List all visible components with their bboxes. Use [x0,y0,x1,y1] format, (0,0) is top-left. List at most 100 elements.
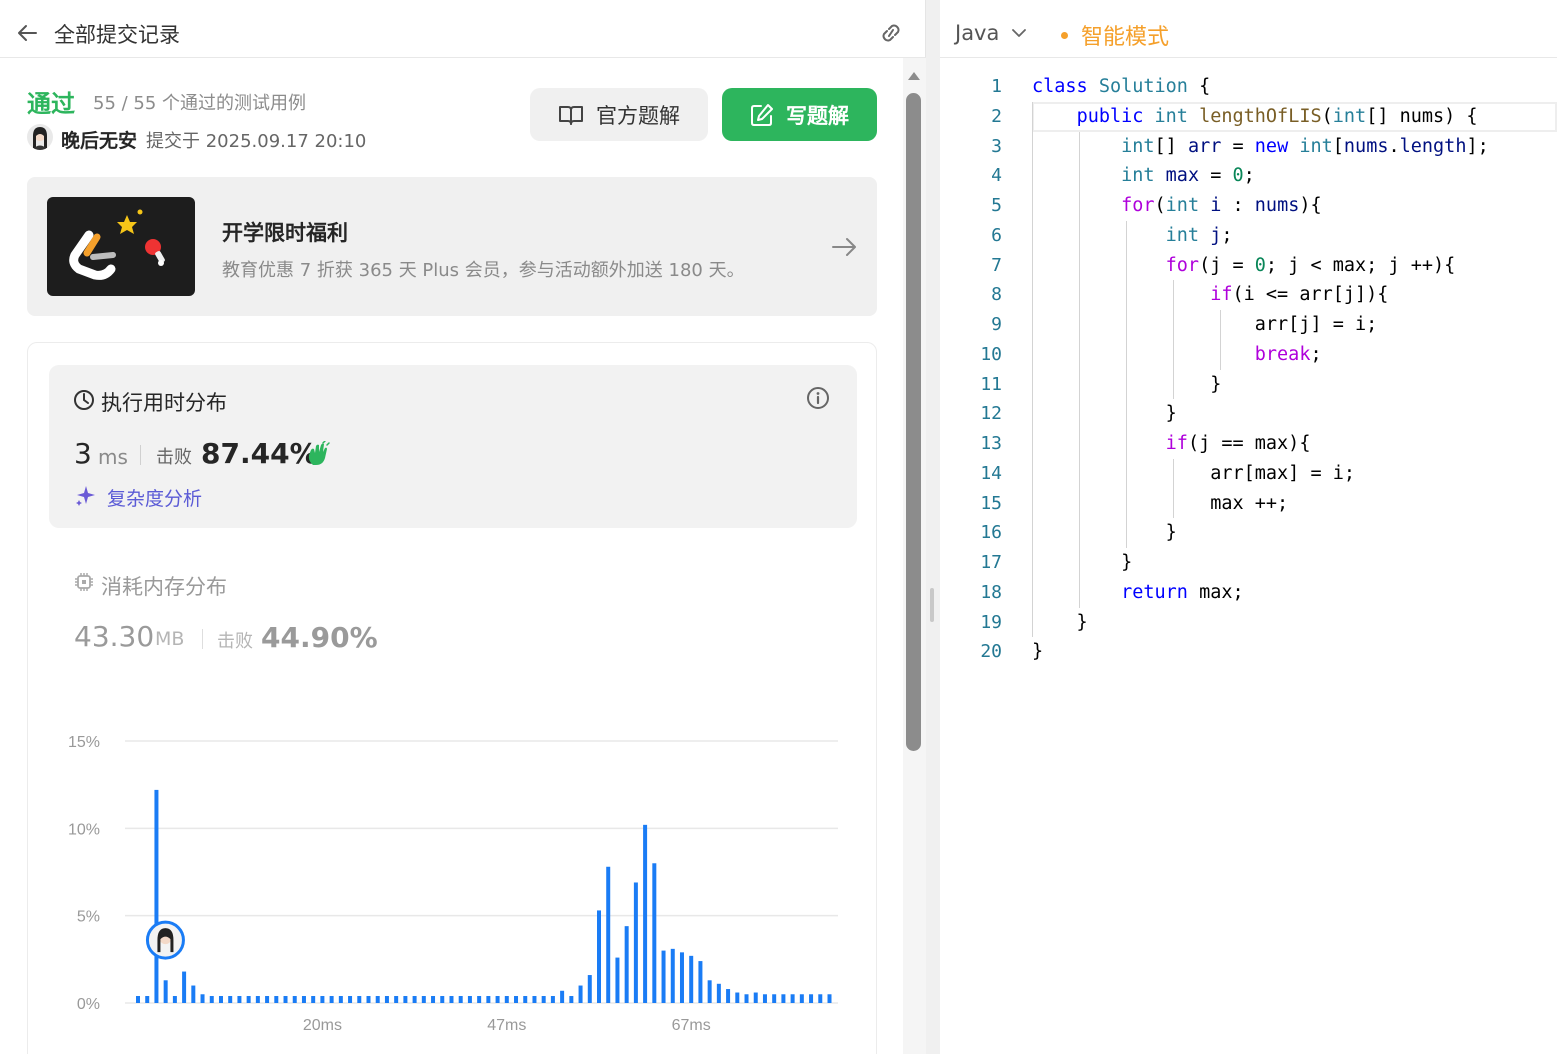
scroll-up-icon[interactable] [907,70,921,82]
promo-banner[interactable]: 开学限时福利 教育优惠 7 折获 365 天 Plus 会员，参与活动额外加送 … [27,177,877,316]
chart-bar[interactable] [504,996,509,1003]
chart-bar[interactable] [283,996,288,1003]
chart-bar[interactable] [172,996,177,1003]
chart-bar[interactable] [421,996,426,1003]
scrollbar-thumb[interactable] [906,93,921,751]
chart-bar[interactable] [320,996,325,1003]
chart-bar[interactable] [375,996,380,1003]
link-icon[interactable] [876,19,906,47]
chart-bar[interactable] [550,996,555,1003]
chart-bar[interactable] [338,996,343,1003]
chart-bar[interactable] [477,996,482,1003]
user-position-avatar[interactable] [145,920,185,960]
chart-bar[interactable] [301,996,306,1003]
memory-title[interactable]: 消耗内存分布 [101,571,227,601]
chart-bar[interactable] [707,980,712,1003]
chart-bar[interactable] [274,996,279,1003]
chart-bar[interactable] [449,996,454,1003]
smart-mode-label[interactable]: 智能模式 [1081,19,1169,51]
chart-bar[interactable] [412,996,417,1003]
chart-bar[interactable] [228,996,233,1003]
chart-bar[interactable] [136,996,140,1003]
chart-bar[interactable] [431,996,436,1003]
chart-bar[interactable] [670,948,675,1003]
chart-bar[interactable] [209,996,214,1003]
chart-bar[interactable] [790,994,795,1003]
chart-bar[interactable] [541,996,546,1003]
chart-bar[interactable] [218,996,223,1003]
chart-bar[interactable] [514,996,519,1003]
chart-bar[interactable] [818,994,823,1003]
chart-bar[interactable] [615,957,620,1003]
resizer-grip[interactable] [930,588,934,622]
chart-bar[interactable] [772,994,777,1003]
chart-bar[interactable] [348,996,353,1003]
chart-bar[interactable] [698,961,703,1003]
chart-bar[interactable] [191,985,196,1003]
chart-bar[interactable] [606,866,611,1003]
code-line[interactable]: 20} [940,637,1557,667]
chart-bar[interactable] [735,992,740,1003]
code-editor[interactable]: 1 class Solution {2 public int lengthOfLI… [940,72,1557,1054]
chart-bar[interactable] [689,955,694,1003]
chart-bar[interactable] [781,994,786,1003]
chart-bar[interactable] [726,989,731,1003]
official-solution-button[interactable]: 官方题解 [530,88,708,141]
chart-bar[interactable] [587,975,592,1003]
arrow-right-icon[interactable] [829,232,859,262]
username[interactable]: 晚后无安 [61,126,137,153]
chart-bar[interactable] [809,994,814,1003]
chart-bar[interactable] [569,996,574,1003]
chart-bar[interactable] [532,996,537,1003]
chart-bar[interactable] [799,994,804,1003]
avatar[interactable] [27,124,53,150]
chart-bar[interactable] [633,882,638,1003]
chart-bar[interactable] [523,996,528,1003]
chart-bar[interactable] [200,994,205,1003]
chart-bar[interactable] [255,996,260,1003]
chart-bar[interactable] [486,996,491,1003]
chart-bar[interactable] [329,996,334,1003]
chart-bar[interactable] [145,996,150,1003]
chart-bar[interactable] [246,996,251,1003]
chart-bar[interactable] [394,996,399,1003]
chart-bar[interactable] [458,996,463,1003]
chart-bar[interactable] [753,992,758,1003]
chart-bar[interactable] [744,994,749,1003]
chart-bar[interactable] [467,996,472,1003]
chart-bar[interactable] [292,996,297,1003]
complexity-analysis-link[interactable]: 复杂度分析 [107,484,202,511]
chart-bar[interactable] [237,996,242,1003]
back-arrow-icon[interactable] [14,20,40,46]
chart-bar[interactable] [624,926,629,1003]
chart-bar[interactable] [560,990,565,1003]
runtime-panel[interactable]: 执行用时分布 3 ms 击败 87.44% 复杂度分析 [49,365,857,528]
chart-bar[interactable] [154,789,159,1003]
chart-bar[interactable] [384,996,389,1003]
chart-bar[interactable] [597,910,601,1003]
chart-bar[interactable] [357,996,362,1003]
chart-bar[interactable] [182,971,187,1003]
chart-bar[interactable] [679,952,684,1003]
chevron-down-icon[interactable] [1010,24,1028,42]
chart-bar[interactable] [440,996,445,1003]
chart-bar[interactable] [762,994,767,1003]
language-select[interactable]: Java [955,21,999,45]
chart-bar[interactable] [643,824,648,1003]
chart-bar[interactable] [366,996,371,1003]
panel-resizer[interactable] [926,0,940,1054]
book-icon [559,105,583,125]
chart-bar[interactable] [652,863,657,1003]
write-solution-button[interactable]: 写题解 [722,88,877,141]
chart-bar[interactable] [403,996,408,1003]
chart-bar[interactable] [661,950,666,1003]
chart-bar[interactable] [311,996,316,1003]
chart-bar[interactable] [163,980,168,1003]
code-line[interactable]: 1 class Solution { [940,72,1557,102]
chart-bar[interactable] [495,996,500,1003]
chart-bar[interactable] [265,996,270,1003]
chart-bar[interactable] [578,985,583,1003]
chart-bar[interactable] [716,983,721,1003]
info-icon[interactable] [805,385,831,411]
chart-bar[interactable] [827,994,832,1003]
